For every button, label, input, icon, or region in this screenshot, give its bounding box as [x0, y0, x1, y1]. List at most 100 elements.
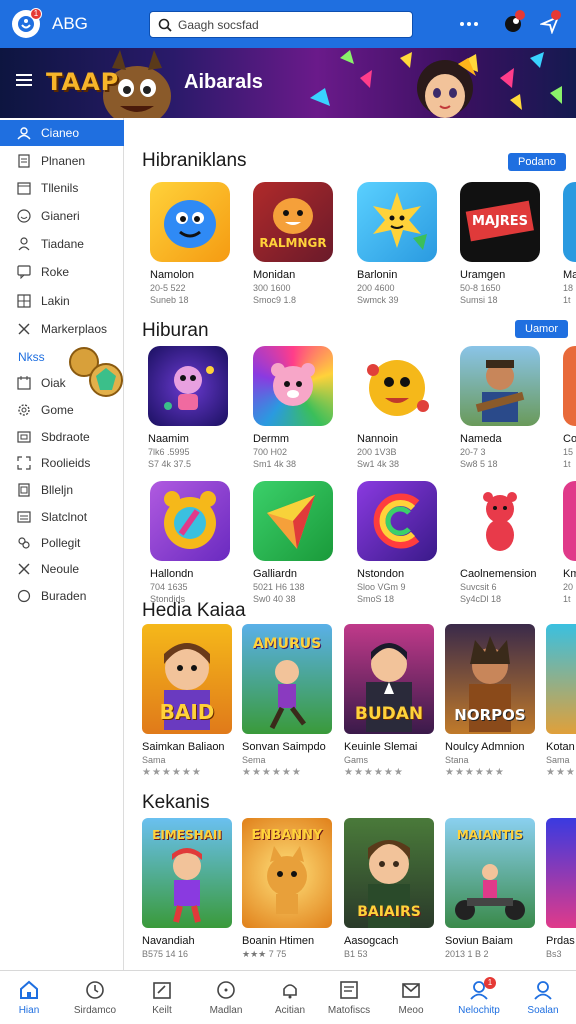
musician-icon: [475, 360, 525, 422]
sidebar-item2-5[interactable]: Slatclnot: [0, 504, 124, 530]
app-card[interactable]: BAIAIRS Aasogcach B1 53: [344, 818, 440, 959]
app-name: Prdas: [546, 935, 575, 947]
nav-item-2[interactable]: Keilt: [130, 971, 194, 1024]
app-art-text: AMURUS: [252, 636, 322, 652]
sidebar-item-2[interactable]: Tllenils: [0, 175, 124, 201]
app-thumbnail: [253, 481, 333, 561]
blue-blob-icon: [164, 200, 216, 248]
app-meta: 20: [563, 582, 574, 592]
sidebar-item2-1[interactable]: Gome: [0, 397, 124, 423]
nav-item-6[interactable]: Meoo: [379, 971, 443, 1024]
app-meta: Sw1 4k 38: [357, 459, 400, 469]
sidebar-item2-8[interactable]: Buraden: [0, 583, 124, 609]
hero-banner[interactable]: TAAP Aibarals: [0, 48, 576, 118]
app-card[interactable]: BAID Saimkan Baliaon Sama ★★★★★★: [142, 624, 238, 778]
tools-icon: [18, 323, 30, 335]
app-card[interactable]: Dermm 700 H02 Sm1 4k 38: [253, 346, 349, 469]
section-title: Hiburan: [142, 320, 209, 341]
more-icon[interactable]: [457, 12, 481, 36]
nav-item-7[interactable]: 1 Nelochitp: [447, 971, 511, 1024]
nav-item-5[interactable]: Matofiscs: [317, 971, 381, 1024]
nav-label: Matofiscs: [327, 1005, 371, 1016]
sidebar-item-5[interactable]: Roke: [0, 259, 124, 285]
app-card[interactable]: AMURUS Sonvan Saimpdo Sema ★★★★★★: [242, 624, 338, 778]
sidebar-item-label: Cianeo: [41, 126, 80, 140]
app-card[interactable]: NORPOS Noulcy Admnion Stana ★★★★★★: [445, 624, 541, 778]
app-art-text: ENBANNY: [251, 828, 323, 843]
sidebar-item-0[interactable]: Cianeo: [0, 120, 124, 146]
app-card[interactable]: Prdas Bs3: [546, 818, 576, 959]
app-meta: 704 1635: [150, 582, 188, 592]
app-art-text: BAID: [159, 700, 215, 724]
app-card[interactable]: Barlonin 200 4600 Swmck 39: [357, 182, 453, 305]
nav-item-1[interactable]: Sirdamco: [63, 971, 127, 1024]
app-art-text: BAIAIRS: [357, 904, 421, 920]
sidebar-item2-7[interactable]: Neoule: [0, 556, 124, 582]
app-thumbnail: AMURUS: [242, 624, 332, 734]
app-card[interactable]: EIMESHAII Navandiah B575 14 16: [142, 818, 238, 959]
nav-label: Hian: [18, 1005, 40, 1016]
rating-stars: ★★★★★★: [344, 767, 404, 778]
sidebar-item-label: Pollegit: [41, 536, 81, 550]
section-more-button[interactable]: Podano: [508, 153, 566, 171]
puzzle-icon: [18, 537, 30, 549]
calendar-icon: [17, 376, 31, 390]
user-icon: [17, 127, 31, 140]
app-card[interactable]: Hallondn 704 1635 Stondids: [150, 481, 246, 604]
app-thumbnail: ENBANNY: [242, 818, 332, 928]
app-card[interactable]: Nstondon Sloo VGm 9 SmoS 18: [357, 481, 453, 604]
banner-art-icon: [310, 50, 562, 118]
app-meta: 18: [563, 283, 574, 293]
sidebar-item2-2[interactable]: Sbdraote: [0, 424, 124, 450]
sidebar-item-7[interactable]: Markerplaos: [0, 316, 124, 342]
app-card[interactable]: Galliardn 5021 H6 138 Sw0 40 38: [253, 481, 349, 604]
sidebar-item-1[interactable]: Plnanen: [0, 148, 124, 174]
menu-icon[interactable]: [16, 73, 32, 92]
sidebar-item-4[interactable]: Tiadane: [0, 231, 124, 257]
app-card[interactable]: Naamim 7lk6 .5995 S7 4k 37.5: [148, 346, 244, 469]
app-meta: 2013 1 B 2: [445, 949, 489, 959]
app-card[interactable]: Co 15 1t: [563, 346, 576, 469]
app-thumbnail: BAID: [142, 624, 232, 734]
app-card[interactable]: ENBANNY Boanin Htimen ★★★ 7 75: [242, 818, 338, 960]
app-meta: Bs3: [546, 949, 562, 959]
app-card[interactable]: MAJRES Uramgen 50-8 1650 Sumsi 18: [460, 182, 556, 305]
nav-item-home[interactable]: Hian: [0, 971, 61, 1024]
sidebar-item-label: Oiak: [41, 376, 66, 390]
app-card[interactable]: Kotan Sama ★★★: [546, 624, 576, 778]
app-meta: 20-7 3: [460, 447, 486, 457]
clock-icon: [86, 981, 104, 999]
app-card[interactable]: Km 20 1t: [563, 481, 576, 604]
nav-item-4[interactable]: Acitian: [258, 971, 322, 1024]
sidebar-item-label: Tiadane: [41, 237, 84, 251]
nav-label: Keilt: [152, 1005, 172, 1016]
bottom-nav: Hian Sirdamco Keilt Madlan Acitian Matof…: [0, 970, 576, 1024]
app-name: Co: [563, 433, 576, 445]
sidebar-item-6[interactable]: Lakin: [0, 288, 124, 314]
profile-icon: [534, 981, 552, 1000]
sidebar-item-label: Sbdraote: [41, 430, 90, 444]
sidebar-item2-4[interactable]: Blleljn: [0, 477, 124, 503]
sidebar-item2-0[interactable]: Oiak: [0, 370, 124, 396]
nav-item-8[interactable]: Soalan: [511, 971, 575, 1024]
app-meta: 15: [563, 447, 574, 457]
app-card[interactable]: Nannoin 200 1V3B Sw1 4k 38: [357, 346, 453, 469]
sidebar-item-label: Tllenils: [41, 181, 79, 195]
app-name: Uramgen: [460, 269, 506, 281]
nav-item-3[interactable]: Madlan: [194, 971, 258, 1024]
app-meta: Smoc9 1.8: [253, 295, 297, 305]
app-card[interactable]: BUDAN Keuinle Slemai Gams ★★★★★★: [344, 624, 440, 778]
sidebar-item2-3[interactable]: Roolieids: [0, 450, 124, 476]
app-card[interactable]: Nameda 20-7 3 Sw8 5 18: [460, 346, 556, 469]
sidebar-item2-6[interactable]: Pollegit: [0, 530, 124, 556]
app-card[interactable]: Ma 18 1t: [563, 182, 576, 305]
app-card[interactable]: Caolnemension Suvcsit 6 Sy4cDl 18: [460, 481, 556, 604]
app-card[interactable]: RALMNGR Monidan 300 1600 Smoc9 1.8: [253, 182, 349, 305]
app-card[interactable]: MAIANTIS Soviun Baiam 2013 1 B 2: [445, 818, 541, 959]
search-input[interactable]: Gaagh socsfad: [149, 11, 413, 38]
sidebar-item-3[interactable]: Gianeri: [0, 203, 124, 229]
section-more-button[interactable]: Uamor: [515, 320, 569, 338]
bell-icon: [283, 984, 297, 999]
chat-icon: [17, 265, 31, 279]
app-card[interactable]: Namolon 20-5 522 Suneb 18: [150, 182, 246, 305]
